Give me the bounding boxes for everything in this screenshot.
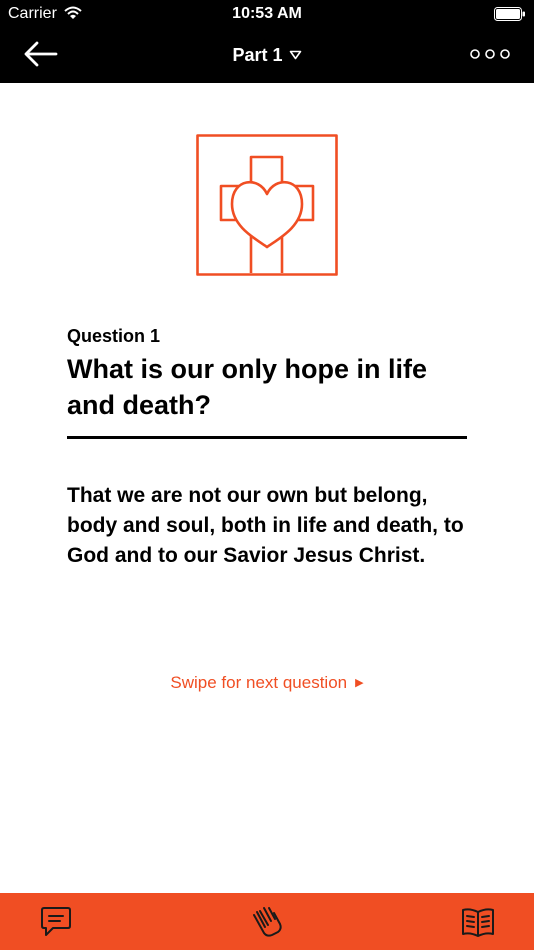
question-number: Question 1	[67, 326, 161, 346]
question-card[interactable]: Question 1 What is our only hope in life…	[0, 83, 534, 893]
tab-prayer[interactable]	[250, 905, 284, 939]
status-bar: Carrier 10:53 AM	[0, 0, 534, 28]
triangle-right-icon: ▶	[355, 677, 364, 689]
part-selector[interactable]: Part 1	[0, 45, 534, 66]
status-time: 10:53 AM	[232, 5, 302, 22]
praying-hands-icon	[253, 907, 282, 937]
nav-bar: Part 1	[0, 28, 534, 83]
three-dots-icon	[470, 49, 510, 59]
answer-text: That we are not our own but belong, body…	[67, 484, 464, 567]
triangle-down-icon	[289, 50, 301, 60]
tab-book[interactable]	[461, 905, 495, 939]
swipe-hint-label: Swipe for next question	[170, 673, 348, 692]
nav-title-label: Part 1	[232, 45, 283, 65]
chat-bubble-icon	[41, 907, 71, 936]
battery-icon	[494, 7, 525, 21]
open-book-icon	[462, 908, 494, 937]
more-options-button[interactable]	[470, 46, 510, 62]
cross-heart-icon	[196, 134, 338, 276]
question-title: What is our only hope in life and death?	[67, 354, 428, 420]
tab-bar	[0, 893, 534, 950]
swipe-hint: Swipe for next question ▶	[0, 673, 534, 693]
tab-chat[interactable]	[39, 905, 73, 939]
divider	[67, 436, 467, 439]
